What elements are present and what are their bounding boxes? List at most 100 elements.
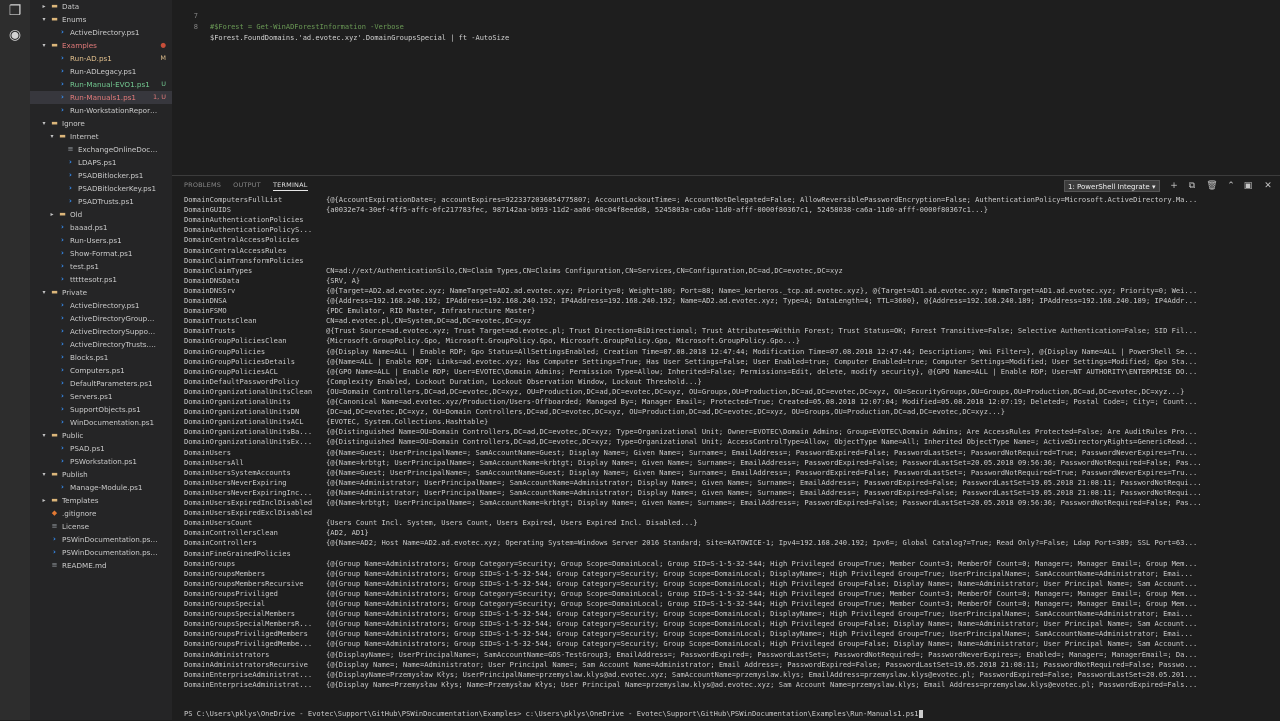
explorer-file[interactable]: › PSWinDocumentation.psm1 [30,546,172,559]
tab-terminal[interactable]: TERMINAL [272,181,308,191]
chevron-right-icon[interactable]: ▸ [48,208,56,221]
explorer-folder[interactable]: ▾ ▬ Examples ● [30,39,172,52]
explorer-file[interactable]: › PSWorkstation.ps1 [30,455,172,468]
chevron-right-icon[interactable]: ▸ [40,494,48,507]
explorer-folder[interactable]: ▾ ▬ Ignore [30,117,172,130]
explorer-file[interactable]: › ActiveDirectoryTrusts.ps1 [30,338,172,351]
explorer-file[interactable]: › Run-Users.ps1 [30,234,172,247]
explorer-folder[interactable]: ▾ ▬ Public [30,429,172,442]
terminal-line: DomainUsersAll {@{Name=krbtgt; UserPrinci… [184,458,1270,468]
github-icon[interactable]: ◉ [6,26,24,44]
terminal-line: DomainGroupsPriviliged {@{Group Name=Admi… [184,589,1270,599]
explorer-folder[interactable]: ▾ ▬ Internet [30,130,172,143]
property-name: DomainGUIDS [184,205,231,215]
explorer-file[interactable]: › LDAPS.ps1 [30,156,172,169]
property-name: DomainUsersSystemAccounts [184,467,291,477]
toggle-layout-button[interactable]: ▣ [1242,180,1254,192]
explorer-file[interactable]: › test.ps1 [30,260,172,273]
explorer-file[interactable]: ≡ ExchangeOnlineDocumen... [30,143,172,156]
terminal-line: DomainGroupPoliciesACL {@{GPO Name=ALL | … [184,367,1270,377]
powershell-file-icon: › [61,444,64,452]
chevron-down-icon[interactable]: ▾ [40,429,48,442]
powershell-file-icon: › [61,483,64,491]
terminal-line: DomainOrganizationalUnits {@{Canonical Na… [184,397,1270,407]
property-name: DomainUsersExpiredInclDisabled [184,498,313,507]
maximize-panel-button[interactable]: ⌃ [1225,180,1237,192]
property-value: {@{Distinguished Name=OU=Domain Controll… [326,427,1198,437]
explorer-folder[interactable]: ▾ ▬ Private [30,286,172,299]
explorer-file[interactable]: › PSWinDocumentation.psd1 [30,533,172,546]
explorer-file[interactable]: › ActiveDirectory.ps1 [30,299,172,312]
explorer-folder[interactable]: ▾ ▬ Enums [30,13,172,26]
explorer-folder[interactable]: ▾ ▬ Publish [30,468,172,481]
chevron-right-icon[interactable]: ▸ [40,0,48,13]
chevron-down-icon[interactable]: ▾ [40,286,48,299]
explorer-file[interactable]: › Run-ADLegacy.ps1 [30,65,172,78]
chevron-down-icon[interactable]: ▾ [48,130,56,143]
property-value: {SRV, A} [326,275,361,285]
explorer-file[interactable]: › Run-Manuals1.ps1 1, U [30,91,172,104]
explorer-file[interactable]: › PSAD.ps1 [30,442,172,455]
explorer-file[interactable]: › ActiveDirectorySupport.ps1 [30,325,172,338]
chevron-down-icon[interactable]: ▾ [40,117,48,130]
explorer-file[interactable]: › PSADBitlocker.ps1 [30,169,172,182]
tab-output[interactable]: OUTPUT [233,181,261,189]
explorer-file[interactable]: › Run-AD.ps1 M [30,52,172,65]
property-value: {@{Canonical Name=ad.evotec.xyz/Producti… [326,397,1198,406]
explorer-file[interactable]: › Servers.ps1 [30,390,172,403]
explorer-file[interactable]: › Run-Manual-EVO1.ps1 U [30,78,172,91]
explorer-file[interactable]: › PSADTrusts.ps1 [30,195,172,208]
explorer-folder[interactable]: ▸ ▬ Templates [30,494,172,507]
editor-line[interactable]: 7 #$Forest = Get-WinADForestInformation … [172,0,1280,31]
chevron-down-icon[interactable]: ▾ [40,39,48,52]
split-terminal-button[interactable]: ⧉ [1186,180,1198,192]
chevron-down-icon[interactable]: ▾ [40,468,48,481]
close-panel-button[interactable]: ✕ [1262,180,1274,192]
explorer-file[interactable]: ≡ README.md [30,559,172,572]
property-value: {@{Group Name=Administrators; Group SID=… [326,639,1198,649]
explorer-item-label: Examples [62,41,97,50]
folder-icon: ▬ [59,132,66,140]
property-value: CN=ad://ext/AuthenticationSilo,CN=Claim … [326,265,843,275]
explorer-file[interactable]: › Manage-Module.ps1 [30,481,172,494]
powershell-file-icon: › [61,262,64,270]
terminal-line: DomainGroupPoliciesDetails {@{Name=ALL | … [184,357,1270,367]
powershell-file-icon: › [69,197,72,205]
explorer-file[interactable]: › baaad.ps1 [30,221,172,234]
explorer-file[interactable]: › Computers.ps1 [30,364,172,377]
terminal-prompt[interactable]: PS C:\Users\pklys\OneDrive - Evotec\Supp… [184,709,923,718]
explorer-folder[interactable]: ▸ ▬ Data [30,0,172,13]
new-terminal-button[interactable]: + [1168,180,1180,192]
explorer-icon[interactable]: ❐ [6,2,24,20]
explorer-file[interactable]: › Blocks.ps1 [30,351,172,364]
kill-terminal-button[interactable]: 🗑 [1206,180,1218,192]
explorer-file[interactable]: › DefaultParameters.ps1 [30,377,172,390]
property-name: DomainDNSData [184,275,240,285]
explorer-folder[interactable]: ▸ ▬ Old [30,208,172,221]
explorer-sidebar: ▸ ▬ Data ▾ ▬ Enums › ActiveDirectory.ps1 ▾ ▬ Examp… [30,0,172,720]
code-editor[interactable]: 7 #$Forest = Get-WinADForestInformation … [172,0,1280,175]
property-value: {@{GPO Name=ALL | Enable RDP; User=EVOTE… [326,366,1198,376]
explorer-file[interactable]: ≡ License [30,520,172,533]
terminal-line: DomainEnterpriseAdministrat... {@{Display… [184,670,1270,680]
property-name: DomainOrganizationalUnitsEx... [184,437,313,447]
explorer-file[interactable]: › ActiveDirectoryGroups.ps1 [30,312,172,325]
terminal-shell-select[interactable]: 1: PowerShell Integrate ▾ [1064,180,1160,192]
tab-problems[interactable]: PROBLEMS [184,181,221,189]
explorer-file[interactable]: › SupportObjects.ps1 [30,403,172,416]
property-name: DomainGroupsPriviligedMembe... [184,639,313,649]
explorer-item-label: Run-Manuals1.ps1 [70,93,136,102]
explorer-file[interactable]: › tttttesotr.ps1 [30,273,172,286]
explorer-file[interactable]: ◆ .gitignore [30,507,172,520]
powershell-file-icon: › [61,379,64,387]
folder-icon: ▬ [59,210,66,218]
explorer-file[interactable]: › Run-WorkstationReport.ps1 [30,104,172,117]
chevron-down-icon[interactable]: ▾ [40,13,48,26]
property-name: DomainOrganizationalUnitsBa... [184,427,313,437]
explorer-file[interactable]: › Show-Format.ps1 [30,247,172,260]
explorer-file[interactable]: › WinDocumentation.ps1 [30,416,172,429]
property-name: DomainAuthenticationPolicies [184,215,304,225]
explorer-file[interactable]: › PSADBitlockerKey.ps1 [30,182,172,195]
explorer-file[interactable]: › ActiveDirectory.ps1 [30,26,172,39]
editor-line[interactable]: 8 $Forest.FoundDomains.'ad.evotec.xyz'.D… [172,11,1280,42]
